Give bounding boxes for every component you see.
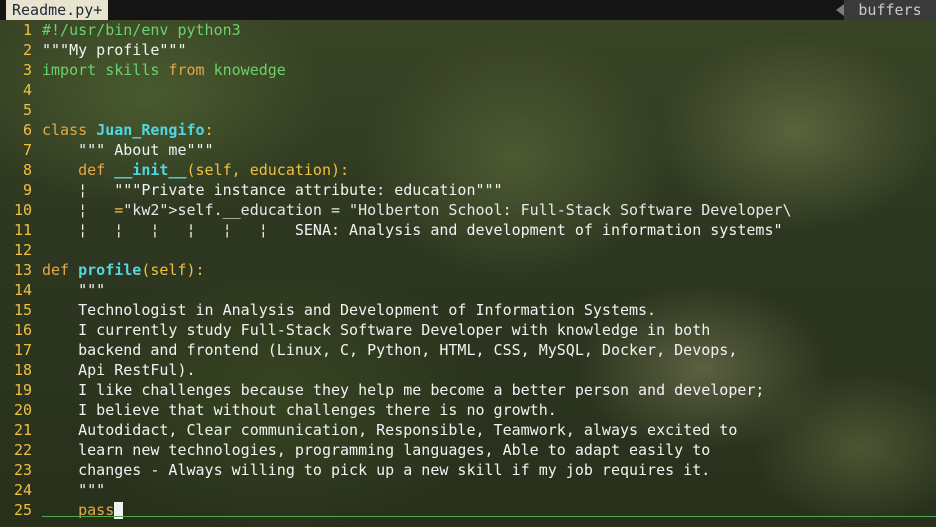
code-line[interactable]: 3 import skills from knowedge <box>0 60 936 80</box>
code-editor[interactable]: 1 #!/usr/bin/env python3 2 """My profile""… <box>0 20 936 520</box>
code-line[interactable]: 20 I believe that without challenges the… <box>0 400 936 420</box>
code-line[interactable]: 16 I currently study Full-Stack Software… <box>0 320 936 340</box>
code-text: """ <box>42 481 106 499</box>
code-line[interactable]: 18 Api RestFul). <box>0 360 936 380</box>
line-number: 23 <box>13 461 32 479</box>
code-line[interactable]: 25 pass <box>0 500 936 520</box>
code-line[interactable]: 8 def __init__(self, education): <box>0 160 936 180</box>
code-line[interactable]: 13 def profile(self): <box>0 260 936 280</box>
code-text-assign: ¦ ="kw2">self.__education = "Holberton S… <box>42 201 792 219</box>
line-number: 3 <box>22 61 32 79</box>
code-line[interactable]: 7 """ About me""" <box>0 140 936 160</box>
buffers-arrow-icon <box>836 4 844 16</box>
code-text: I currently study Full-Stack Software De… <box>42 321 711 339</box>
code-line[interactable]: 4 <box>0 80 936 100</box>
code-line[interactable]: 14 """ <box>0 280 936 300</box>
line-number: 13 <box>13 261 32 279</box>
code-line[interactable]: 12 <box>0 240 936 260</box>
code-text-import: import skills from knowedge <box>42 61 286 79</box>
line-number: 16 <box>13 321 32 339</box>
code-text: ¦ """Private instance attribute: educati… <box>42 181 503 199</box>
code-text-class: class Juan_Rengifo: <box>42 121 214 139</box>
tab-readme[interactable]: Readme.py+ <box>6 0 109 20</box>
code-line[interactable]: 22 learn new technologies, programming l… <box>0 440 936 460</box>
code-text-def: def profile(self): <box>42 261 205 279</box>
code-line[interactable]: 17 backend and frontend (Linux, C, Pytho… <box>0 340 936 360</box>
line-number: 10 <box>13 201 32 219</box>
code-text: """My profile""" <box>42 41 187 59</box>
code-line[interactable]: 15 Technologist in Analysis and Developm… <box>0 300 936 320</box>
code-line[interactable]: 23 changes - Always willing to pick up a… <box>0 460 936 480</box>
code-line[interactable]: 6 class Juan_Rengifo: <box>0 120 936 140</box>
code-text: I like challenges because they help me b… <box>42 381 765 399</box>
code-text: #!/usr/bin/env python3 <box>42 21 241 39</box>
code-text: Api RestFul). <box>42 361 196 379</box>
line-number: 5 <box>22 101 32 119</box>
line-number: 24 <box>13 481 32 499</box>
code-line[interactable]: 2 """My profile""" <box>0 40 936 60</box>
line-number: 12 <box>13 241 32 259</box>
line-number: 8 <box>22 161 32 179</box>
line-number: 9 <box>22 181 32 199</box>
line-number: 2 <box>22 41 32 59</box>
line-number: 6 <box>22 121 32 139</box>
code-text: I believe that without challenges there … <box>42 401 557 419</box>
code-text: Technologist in Analysis and Development… <box>42 301 657 319</box>
line-number: 14 <box>13 281 32 299</box>
code-text: """ About me""" <box>42 141 214 159</box>
code-text: backend and frontend (Linux, C, Python, … <box>42 341 738 359</box>
line-number: 4 <box>22 81 32 99</box>
code-line[interactable]: 21 Autodidact, Clear communication, Resp… <box>0 420 936 440</box>
code-text: changes - Always willing to pick up a ne… <box>42 461 711 479</box>
line-number: 1 <box>22 21 32 39</box>
line-number: 18 <box>13 361 32 379</box>
line-number: 15 <box>13 301 32 319</box>
code-line[interactable]: 19 I like challenges because they help m… <box>0 380 936 400</box>
code-line[interactable]: 5 <box>0 100 936 120</box>
code-line[interactable]: 11 ¦ ¦ ¦ ¦ ¦ ¦ SENA: Analysis and develo… <box>0 220 936 240</box>
code-text: Autodidact, Clear communication, Respons… <box>42 421 738 439</box>
code-line[interactable]: 1 #!/usr/bin/env python3 <box>0 20 936 40</box>
status-line <box>42 516 936 517</box>
line-number: 17 <box>13 341 32 359</box>
line-number: 7 <box>22 141 32 159</box>
code-text: ¦ ¦ ¦ ¦ ¦ ¦ SENA: Analysis and developme… <box>42 221 783 239</box>
line-number: 19 <box>13 381 32 399</box>
line-number: 20 <box>13 401 32 419</box>
code-text: """ <box>42 281 106 299</box>
tabline: Readme.py+ buffers <box>0 0 936 20</box>
line-number: 25 <box>13 501 32 519</box>
code-text: learn new technologies, programming lang… <box>42 441 711 459</box>
buffers-label[interactable]: buffers <box>844 0 936 20</box>
code-text-def: def __init__(self, education): <box>78 161 350 179</box>
code-line[interactable]: 9 ¦ """Private instance attribute: educa… <box>0 180 936 200</box>
line-number: 11 <box>13 221 32 239</box>
line-number: 22 <box>13 441 32 459</box>
code-line[interactable]: 10 ¦ ="kw2">self.__education = "Holberto… <box>0 200 936 220</box>
line-number: 21 <box>13 421 32 439</box>
code-line[interactable]: 24 """ <box>0 480 936 500</box>
